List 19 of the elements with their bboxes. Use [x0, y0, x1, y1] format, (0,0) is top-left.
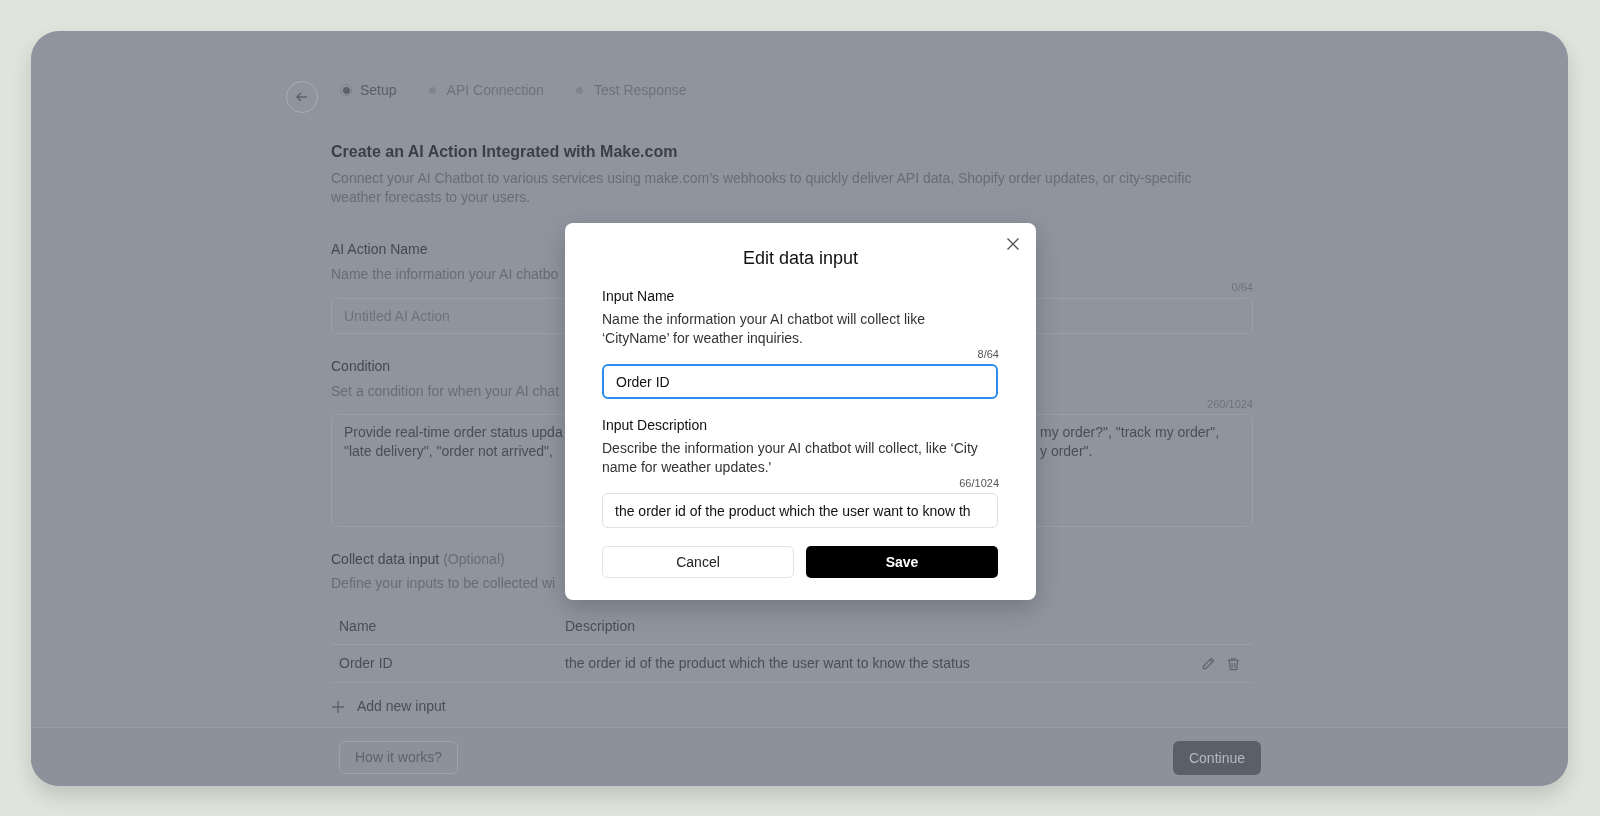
field-label: Condition — [331, 356, 391, 376]
field-hint: Describe the information your AI chatbot will collect, like ‘City name for weather updates.' — [602, 439, 979, 477]
field-label: AI Action Name — [331, 240, 428, 259]
condition-text: y order". — [1040, 442, 1094, 461]
condition-text: my order?", "track my order", — [1040, 423, 1221, 442]
section-label: Collect data input — [331, 550, 440, 569]
dialog-title: Edit data input — [742, 247, 859, 270]
page-title: Create an AI Action Integrated with Make.com — [331, 142, 679, 162]
character-counter: 8/64 — [977, 348, 999, 361]
field-label: Input Name — [602, 287, 676, 306]
field-hint: Name the information your AI chatbot will collect like ‘CityName’ for weather inquiries. — [602, 310, 926, 348]
character-counter: 66/1024 — [959, 477, 999, 490]
column-header: Description — [565, 617, 636, 636]
field-label: Input Description — [602, 416, 709, 435]
condition-text: "late delivery", "order not arrived", — [344, 442, 554, 461]
condition-text: Provide real-time order status upda — [344, 423, 563, 442]
table-cell-text: Order ID — [338, 654, 394, 673]
column-header: Name — [338, 617, 378, 636]
table-cell-text: the order id of the product which the user want to know the status — [565, 654, 971, 673]
